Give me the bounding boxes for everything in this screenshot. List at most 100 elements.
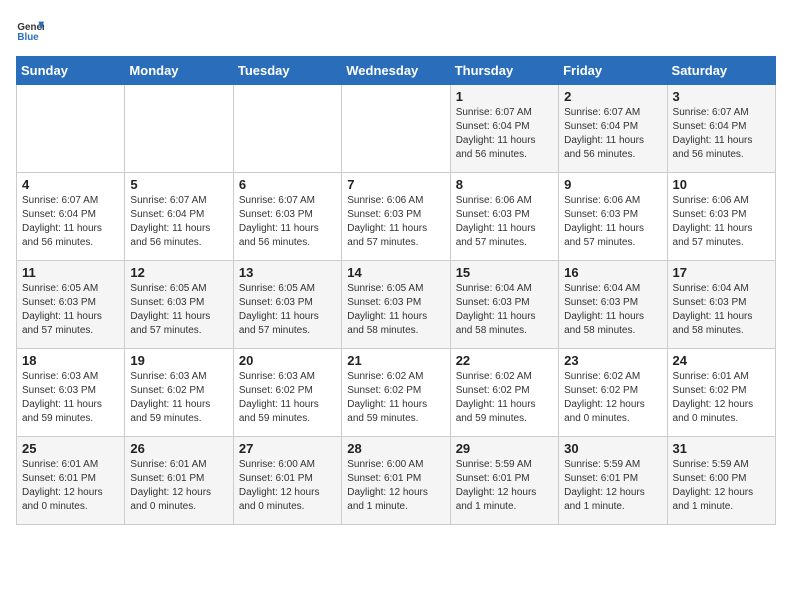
day-number: 13 [239, 265, 336, 280]
day-cell: 7 Sunrise: 6:06 AM Sunset: 6:03 PM Daylig… [342, 173, 450, 261]
day-info: Sunrise: 6:01 AM Sunset: 6:01 PM Dayligh… [130, 458, 227, 514]
col-header-wednesday: Wednesday [342, 57, 450, 85]
day-info: Sunrise: 6:05 AM Sunset: 6:03 PM Dayligh… [22, 282, 119, 338]
day-number: 21 [347, 353, 444, 368]
day-info: Sunrise: 6:06 AM Sunset: 6:03 PM Dayligh… [564, 194, 661, 250]
day-cell: 10 Sunrise: 6:06 AM Sunset: 6:03 PM Dayli… [667, 173, 775, 261]
col-header-thursday: Thursday [450, 57, 558, 85]
day-cell: 18 Sunrise: 6:03 AM Sunset: 6:03 PM Dayli… [17, 349, 125, 437]
day-info: Sunrise: 6:07 AM Sunset: 6:04 PM Dayligh… [22, 194, 119, 250]
day-cell: 14 Sunrise: 6:05 AM Sunset: 6:03 PM Dayli… [342, 261, 450, 349]
day-info: Sunrise: 5:59 AM Sunset: 6:01 PM Dayligh… [564, 458, 661, 514]
day-info: Sunrise: 6:07 AM Sunset: 6:04 PM Dayligh… [673, 106, 770, 162]
day-cell: 31 Sunrise: 5:59 AM Sunset: 6:00 PM Dayli… [667, 437, 775, 525]
page-header: General Blue [16, 16, 776, 44]
day-info: Sunrise: 6:05 AM Sunset: 6:03 PM Dayligh… [130, 282, 227, 338]
day-info: Sunrise: 6:01 AM Sunset: 6:01 PM Dayligh… [22, 458, 119, 514]
day-info: Sunrise: 6:07 AM Sunset: 6:04 PM Dayligh… [456, 106, 553, 162]
col-header-saturday: Saturday [667, 57, 775, 85]
day-number: 17 [673, 265, 770, 280]
day-info: Sunrise: 6:02 AM Sunset: 6:02 PM Dayligh… [564, 370, 661, 426]
day-cell: 4 Sunrise: 6:07 AM Sunset: 6:04 PM Daylig… [17, 173, 125, 261]
calendar-table: SundayMondayTuesdayWednesdayThursdayFrid… [16, 56, 776, 525]
day-cell: 25 Sunrise: 6:01 AM Sunset: 6:01 PM Dayli… [17, 437, 125, 525]
day-cell [125, 85, 233, 173]
day-number: 30 [564, 441, 661, 456]
day-cell: 8 Sunrise: 6:06 AM Sunset: 6:03 PM Daylig… [450, 173, 558, 261]
day-cell: 2Sunrise: 6:07 AM Sunset: 6:04 PM Daylig… [559, 85, 667, 173]
day-cell: 11 Sunrise: 6:05 AM Sunset: 6:03 PM Dayli… [17, 261, 125, 349]
day-number: 18 [22, 353, 119, 368]
day-info: Sunrise: 6:06 AM Sunset: 6:03 PM Dayligh… [673, 194, 770, 250]
day-cell: 22Sunrise: 6:02 AM Sunset: 6:02 PM Dayli… [450, 349, 558, 437]
day-info: Sunrise: 6:06 AM Sunset: 6:03 PM Dayligh… [456, 194, 553, 250]
day-number: 20 [239, 353, 336, 368]
day-number: 29 [456, 441, 553, 456]
day-number: 2 [564, 89, 661, 104]
day-info: Sunrise: 6:01 AM Sunset: 6:02 PM Dayligh… [673, 370, 770, 426]
day-number: 26 [130, 441, 227, 456]
day-info: Sunrise: 6:02 AM Sunset: 6:02 PM Dayligh… [456, 370, 553, 426]
day-number: 23 [564, 353, 661, 368]
day-cell: 28Sunrise: 6:00 AM Sunset: 6:01 PM Dayli… [342, 437, 450, 525]
svg-text:Blue: Blue [17, 32, 39, 43]
logo-icon: General Blue [16, 16, 44, 44]
day-cell: 3 Sunrise: 6:07 AM Sunset: 6:04 PM Daylig… [667, 85, 775, 173]
day-info: Sunrise: 6:03 AM Sunset: 6:03 PM Dayligh… [22, 370, 119, 426]
day-cell [342, 85, 450, 173]
day-info: Sunrise: 6:03 AM Sunset: 6:02 PM Dayligh… [130, 370, 227, 426]
day-info: Sunrise: 5:59 AM Sunset: 6:01 PM Dayligh… [456, 458, 553, 514]
col-header-monday: Monday [125, 57, 233, 85]
day-info: Sunrise: 6:04 AM Sunset: 6:03 PM Dayligh… [673, 282, 770, 338]
week-row-5: 25 Sunrise: 6:01 AM Sunset: 6:01 PM Dayli… [17, 437, 776, 525]
col-header-friday: Friday [559, 57, 667, 85]
day-cell: 9 Sunrise: 6:06 AM Sunset: 6:03 PM Daylig… [559, 173, 667, 261]
day-number: 31 [673, 441, 770, 456]
day-number: 10 [673, 177, 770, 192]
day-number: 4 [22, 177, 119, 192]
day-info: Sunrise: 5:59 AM Sunset: 6:00 PM Dayligh… [673, 458, 770, 514]
day-cell: 17 Sunrise: 6:04 AM Sunset: 6:03 PM Dayli… [667, 261, 775, 349]
day-cell: 19 Sunrise: 6:03 AM Sunset: 6:02 PM Dayli… [125, 349, 233, 437]
day-cell: 24Sunrise: 6:01 AM Sunset: 6:02 PM Dayli… [667, 349, 775, 437]
day-number: 11 [22, 265, 119, 280]
day-number: 14 [347, 265, 444, 280]
week-row-1: 1 Sunrise: 6:07 AM Sunset: 6:04 PM Daylig… [17, 85, 776, 173]
day-number: 19 [130, 353, 227, 368]
day-number: 28 [347, 441, 444, 456]
day-number: 5 [130, 177, 227, 192]
header-row: SundayMondayTuesdayWednesdayThursdayFrid… [17, 57, 776, 85]
day-number: 12 [130, 265, 227, 280]
week-row-3: 11 Sunrise: 6:05 AM Sunset: 6:03 PM Dayli… [17, 261, 776, 349]
day-info: Sunrise: 6:07 AM Sunset: 6:03 PM Dayligh… [239, 194, 336, 250]
day-number: 7 [347, 177, 444, 192]
day-cell: 6 Sunrise: 6:07 AM Sunset: 6:03 PM Daylig… [233, 173, 341, 261]
day-number: 8 [456, 177, 553, 192]
day-number: 9 [564, 177, 661, 192]
day-number: 16 [564, 265, 661, 280]
day-number: 25 [22, 441, 119, 456]
day-number: 27 [239, 441, 336, 456]
day-info: Sunrise: 6:03 AM Sunset: 6:02 PM Dayligh… [239, 370, 336, 426]
day-cell: 20 Sunrise: 6:03 AM Sunset: 6:02 PM Dayli… [233, 349, 341, 437]
day-cell: 26 Sunrise: 6:01 AM Sunset: 6:01 PM Dayli… [125, 437, 233, 525]
day-number: 15 [456, 265, 553, 280]
day-info: Sunrise: 6:06 AM Sunset: 6:03 PM Dayligh… [347, 194, 444, 250]
day-cell: 27Sunrise: 6:00 AM Sunset: 6:01 PM Dayli… [233, 437, 341, 525]
day-cell: 30 Sunrise: 5:59 AM Sunset: 6:01 PM Dayli… [559, 437, 667, 525]
col-header-tuesday: Tuesday [233, 57, 341, 85]
day-info: Sunrise: 6:05 AM Sunset: 6:03 PM Dayligh… [239, 282, 336, 338]
day-cell: 1 Sunrise: 6:07 AM Sunset: 6:04 PM Daylig… [450, 85, 558, 173]
day-info: Sunrise: 6:02 AM Sunset: 6:02 PM Dayligh… [347, 370, 444, 426]
day-cell [233, 85, 341, 173]
day-number: 6 [239, 177, 336, 192]
day-cell: 13 Sunrise: 6:05 AM Sunset: 6:03 PM Dayli… [233, 261, 341, 349]
logo: General Blue [16, 16, 44, 44]
day-number: 3 [673, 89, 770, 104]
day-cell: 23 Sunrise: 6:02 AM Sunset: 6:02 PM Dayli… [559, 349, 667, 437]
day-info: Sunrise: 6:04 AM Sunset: 6:03 PM Dayligh… [564, 282, 661, 338]
day-info: Sunrise: 6:05 AM Sunset: 6:03 PM Dayligh… [347, 282, 444, 338]
day-cell: 5Sunrise: 6:07 AM Sunset: 6:04 PM Daylig… [125, 173, 233, 261]
day-number: 1 [456, 89, 553, 104]
day-cell: 29 Sunrise: 5:59 AM Sunset: 6:01 PM Dayli… [450, 437, 558, 525]
